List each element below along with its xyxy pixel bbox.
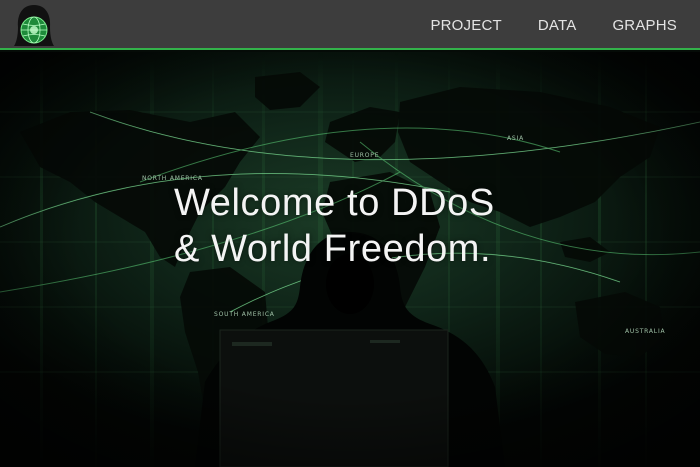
- nav-links: PROJECT DATA GRAPHS: [394, 0, 677, 50]
- map-label-australia: AUSTRALIA: [625, 328, 666, 335]
- map-label-south-america: SOUTH AMERICA: [214, 311, 275, 318]
- map-label-europe: EUROPE: [350, 152, 380, 159]
- nav-link-data[interactable]: DATA: [538, 17, 577, 34]
- nav-link-project[interactable]: PROJECT: [430, 17, 501, 34]
- nav-link-graphs[interactable]: GRAPHS: [612, 17, 677, 34]
- hacker-logo-icon[interactable]: [12, 3, 56, 47]
- map-label-asia: ASIA: [507, 135, 524, 142]
- hero-title: Welcome to DDoS & World Freedom.: [174, 180, 495, 272]
- hero-title-line-2: & World Freedom.: [174, 228, 492, 270]
- hero-banner: NORTH AMERICA EUROPE ASIA SOUTH AMERICA …: [0, 52, 700, 467]
- top-navbar: PROJECT DATA GRAPHS: [0, 0, 700, 50]
- hero-title-line-1: Welcome to DDoS: [174, 182, 495, 224]
